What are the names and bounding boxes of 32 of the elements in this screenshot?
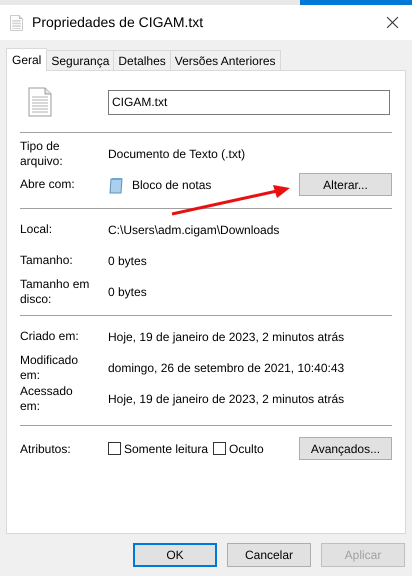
field-label: Tamanho: [20, 253, 74, 268]
field-label: Local: [20, 222, 54, 237]
field-label: Criado em: [20, 329, 80, 344]
field-label: Tamanho em disco: [20, 276, 90, 306]
close-icon[interactable] [386, 16, 399, 29]
field-value: C:\Users\adm.cigam\Downloads [108, 222, 280, 238]
tab[interactable]: Geral [6, 48, 48, 71]
field-label: Modificado em: [20, 352, 80, 382]
document-icon [10, 14, 23, 30]
tab[interactable]: Detalhes [114, 50, 171, 70]
field-label: Atributos: [20, 440, 72, 458]
change-button[interactable]: Alterar... [299, 173, 392, 196]
checkbox[interactable]: Oculto [213, 440, 264, 458]
field-value: 0 bytes [108, 284, 148, 300]
dialog-button[interactable]: Cancelar [227, 543, 311, 567]
field-value: Bloco de notas [132, 176, 212, 194]
field-label: Tipo de arquivo: [20, 138, 64, 168]
document-icon [28, 86, 52, 118]
field-label: Acessado em: [20, 384, 74, 414]
window-title: Propriedades de CIGAM.txt [32, 13, 204, 32]
advanced-button[interactable]: Avançados... [299, 437, 392, 460]
field-label: Abre com: [20, 177, 76, 192]
field-value: 0 bytes [108, 252, 148, 270]
tab[interactable]: Versões Anteriores [170, 50, 280, 70]
checkbox[interactable]: Somente leitura [108, 440, 208, 458]
field-value: domingo, 26 de setembro de 2021, 10:40:43 [108, 360, 346, 376]
field-value: Hoje, 19 de janeiro de 2023, 2 minutos atrás [108, 390, 346, 408]
field-value: Hoje, 19 de janeiro de 2023, 2 minutos atrás [108, 328, 346, 346]
file-name-field[interactable]: CIGAM.txt [108, 90, 390, 114]
field-value: Documento de Texto (.txt) [108, 146, 246, 162]
dialog-button[interactable]: OK [133, 543, 217, 567]
tab[interactable]: Segurança [47, 50, 114, 70]
